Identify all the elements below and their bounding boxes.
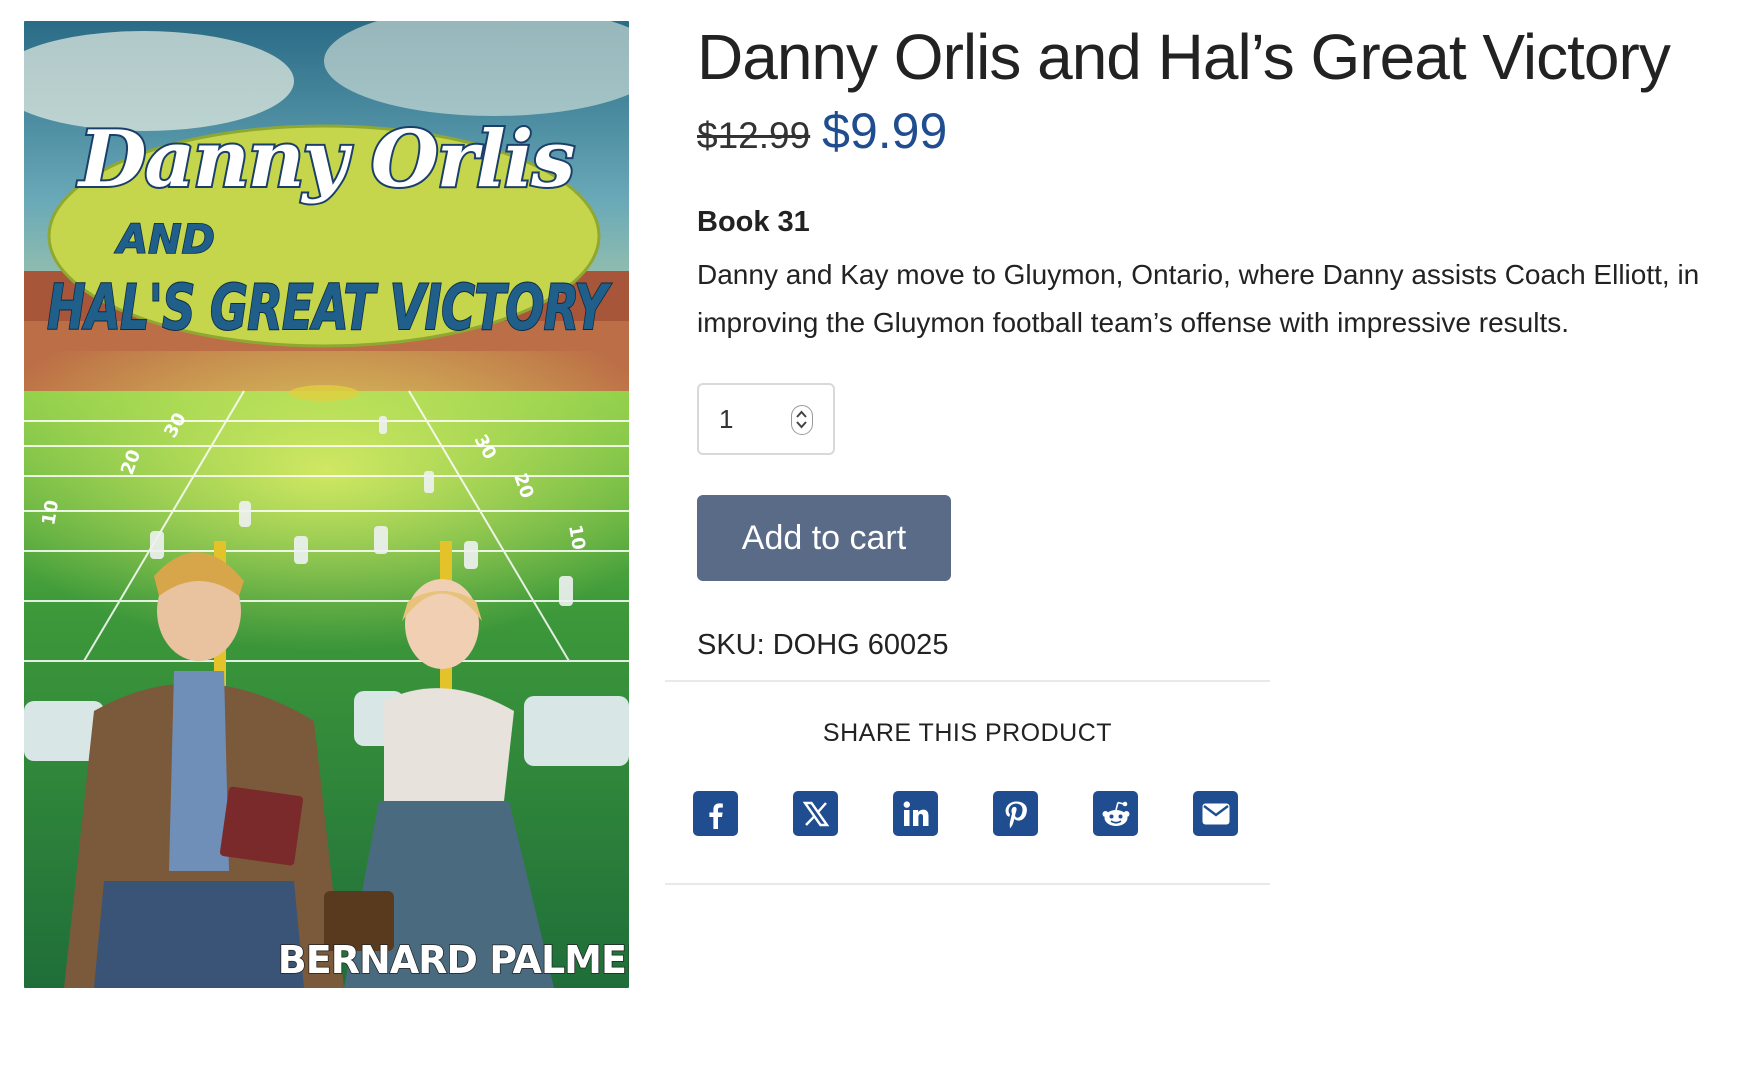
divider-top (665, 680, 1270, 682)
facebook-icon[interactable] (693, 791, 738, 836)
linkedin-icon[interactable] (893, 791, 938, 836)
sku-label: SKU: DOHG 60025 (697, 629, 949, 661)
add-to-cart-button[interactable]: Add to cart (697, 495, 951, 581)
x-icon[interactable] (793, 791, 838, 836)
stepper-arrows-icon (796, 410, 807, 429)
book-number-label: Book 31 (697, 206, 810, 238)
book-cover-art: 10 20 30 30 20 10 Danny Orlis AND HAL'S … (24, 21, 629, 988)
cover-yard-marker: 10 (564, 523, 589, 551)
email-icon[interactable] (1193, 791, 1238, 836)
original-price: $12.99 (697, 115, 811, 156)
divider-bottom (665, 883, 1270, 885)
share-heading: SHARE THIS PRODUCT (822, 719, 1113, 747)
product-title: Danny Orlis and Hal’s Great Victory (697, 21, 1671, 93)
quantity-stepper[interactable] (791, 405, 813, 435)
cover-title-main: Danny Orlis (77, 114, 574, 205)
sale-price: $9.99 (822, 103, 948, 159)
cover-author-name: BERNARD PALMER (278, 938, 629, 982)
quantity-value[interactable]: 1 (719, 404, 733, 435)
price-row: $12.99 $9.99 (697, 102, 947, 160)
reddit-icon[interactable] (1093, 791, 1138, 836)
cover-title-and: AND (114, 217, 215, 263)
pinterest-icon[interactable] (993, 791, 1038, 836)
cover-yard-marker: 10 (38, 499, 63, 527)
share-buttons (693, 791, 1238, 836)
book-cover-image: 10 20 30 30 20 10 Danny Orlis AND HAL'S … (24, 21, 629, 988)
product-description: Danny and Kay move to Gluymon, Ontario, … (697, 259, 1700, 338)
quantity-input[interactable]: 1 (697, 383, 835, 455)
cover-title-subtitle: HAL'S GREAT VICTORY (47, 271, 612, 344)
